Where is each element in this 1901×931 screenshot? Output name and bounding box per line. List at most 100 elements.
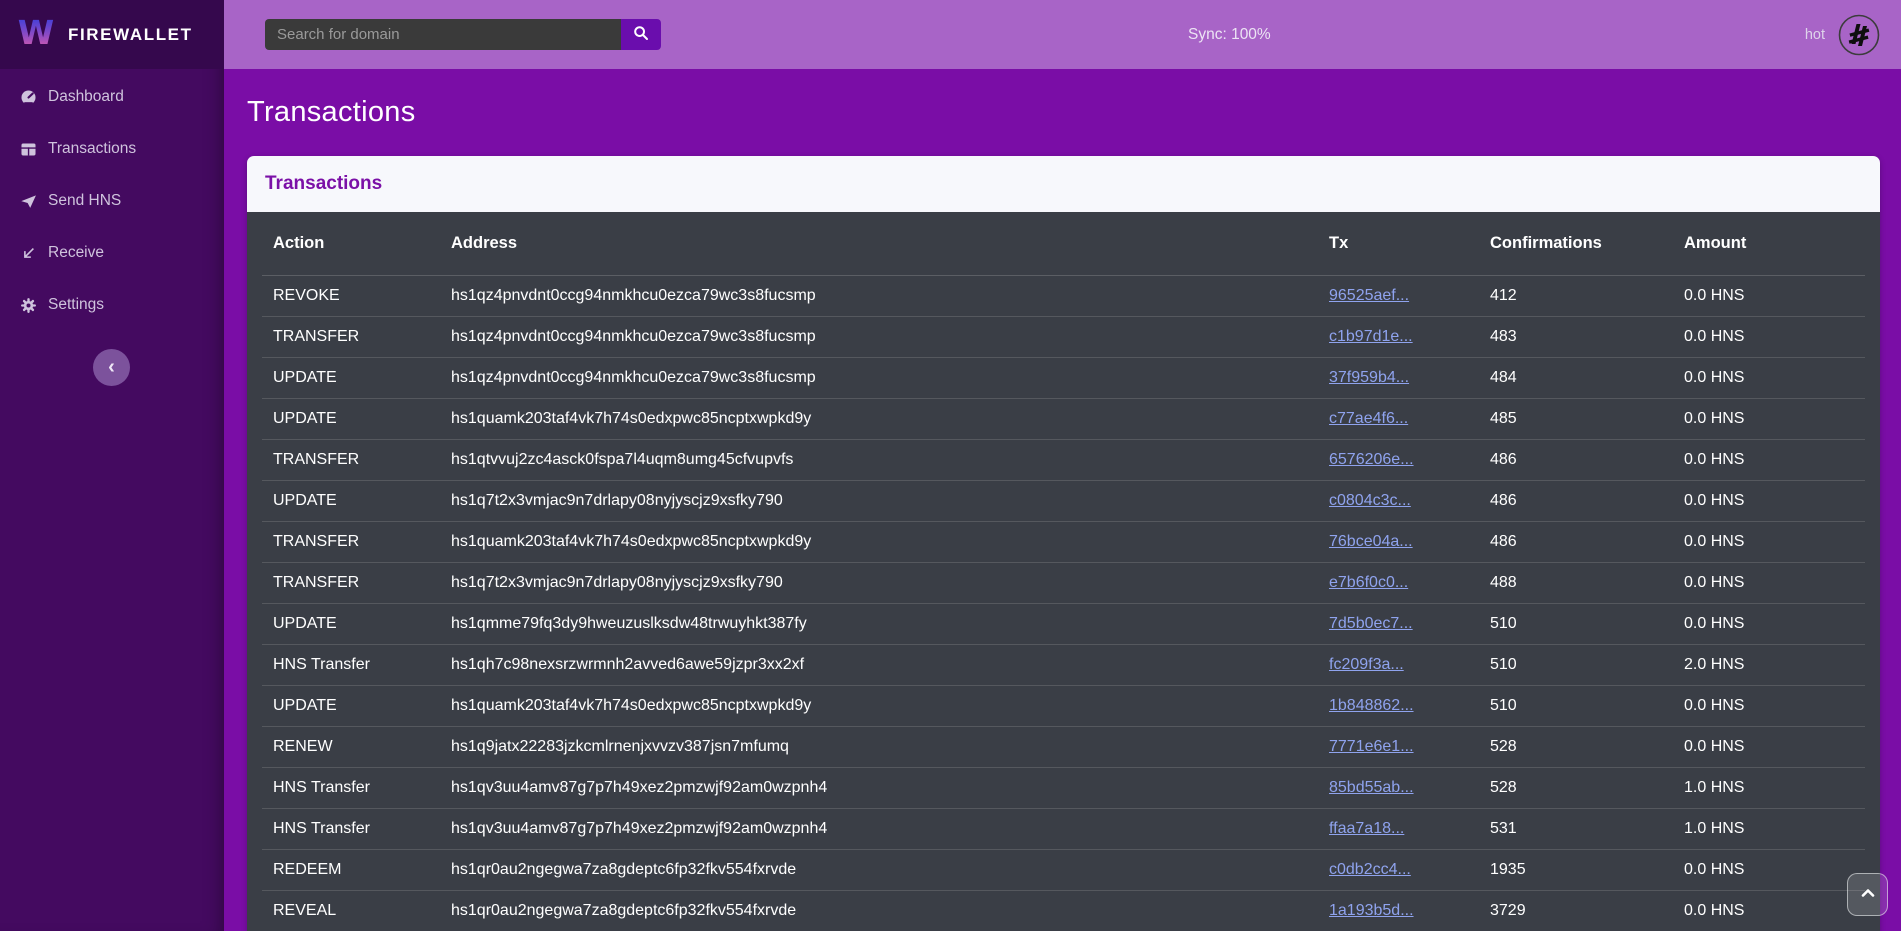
cell-tx: 1a193b5d... <box>1319 890 1480 931</box>
tx-link[interactable]: 85bd55ab... <box>1329 779 1414 796</box>
cell-address: hs1q7t2x3vmjac9n7drlapy08nyjyscjz9xsfky7… <box>441 480 1319 521</box>
handshake-logo-icon[interactable] <box>1837 13 1881 57</box>
column-header-confirmations: Confirmations <box>1480 212 1674 275</box>
cell-address: hs1qv3uu4amv87g7p7h49xez2pmzwjf92am0wzpn… <box>441 808 1319 849</box>
main-content: Transactions Transactions Action Address… <box>224 69 1901 931</box>
sync-status: Sync: 100% <box>1188 0 1271 69</box>
cell-amount: 0.0 HNS <box>1674 398 1865 439</box>
tx-link[interactable]: 37f959b4... <box>1329 369 1409 386</box>
cell-address: hs1qh7c98nexsrzwrmnh2avved6awe59jzpr3xx2… <box>441 644 1319 685</box>
cell-action: HNS Transfer <box>262 644 441 685</box>
cell-tx: 6576206e... <box>1319 439 1480 480</box>
tx-link[interactable]: 7771e6e1... <box>1329 738 1414 755</box>
domain-search <box>265 19 661 50</box>
cell-confirmations: 510 <box>1480 685 1674 726</box>
topbar: Sync: 100% hot <box>224 0 1901 69</box>
cell-action: HNS Transfer <box>262 808 441 849</box>
brand-logo-block[interactable]: W FIREWALLET <box>0 0 224 69</box>
firewallet-logo-icon: W <box>16 11 56 58</box>
cell-action: TRANSFER <box>262 439 441 480</box>
svg-text:W: W <box>18 13 54 52</box>
cell-tx: e7b6f0c0... <box>1319 562 1480 603</box>
cell-amount: 0.0 HNS <box>1674 726 1865 767</box>
table-row: TRANSFER hs1qtvvuj2zc4asck0fspa7l4uqm8um… <box>262 439 1865 480</box>
tx-link[interactable]: e7b6f0c0... <box>1329 574 1408 591</box>
wallet-menu[interactable]: hot <box>1805 13 1881 57</box>
cell-confirmations: 488 <box>1480 562 1674 603</box>
table-row: REVOKE hs1qz4pnvdnt0ccg94nmkhcu0ezca79wc… <box>262 275 1865 316</box>
cell-amount: 0.0 HNS <box>1674 603 1865 644</box>
cell-confirmations: 3729 <box>1480 890 1674 931</box>
cell-amount: 0.0 HNS <box>1674 439 1865 480</box>
cell-tx: c77ae4f6... <box>1319 398 1480 439</box>
cell-action: TRANSFER <box>262 521 441 562</box>
tx-link[interactable]: 7d5b0ec7... <box>1329 615 1413 632</box>
sidebar-item-dashboard[interactable]: Dashboard <box>0 71 224 123</box>
sidebar-item-send-hns[interactable]: Send HNS <box>0 175 224 227</box>
cell-confirmations: 412 <box>1480 275 1674 316</box>
cell-tx: 7771e6e1... <box>1319 726 1480 767</box>
table-row: TRANSFER hs1quamk203taf4vk7h74s0edxpwc85… <box>262 521 1865 562</box>
chevron-left-icon: ‹ <box>108 357 115 377</box>
cell-address: hs1qz4pnvdnt0ccg94nmkhcu0ezca79wc3s8fucs… <box>441 275 1319 316</box>
dashboard-icon <box>20 89 37 106</box>
card-title: Transactions <box>265 173 382 195</box>
cell-amount: 0.0 HNS <box>1674 521 1865 562</box>
sidebar-item-label: Settings <box>48 296 104 314</box>
tx-link[interactable]: 96525aef... <box>1329 287 1409 304</box>
table-row: UPDATE hs1qmme79fq3dy9hweuzuslksdw48trwu… <box>262 603 1865 644</box>
cell-address: hs1quamk203taf4vk7h74s0edxpwc85ncptxwpkd… <box>441 398 1319 439</box>
sidebar: W FIREWALLET Dashboard <box>0 0 224 931</box>
table-row: UPDATE hs1q7t2x3vmjac9n7drlapy08nyjyscjz… <box>262 480 1865 521</box>
tx-link[interactable]: fc209f3a... <box>1329 656 1404 673</box>
cell-confirmations: 1935 <box>1480 849 1674 890</box>
transactions-table-wrap: Action Address Tx Confirmations Amount R… <box>247 212 1880 931</box>
cell-tx: fc209f3a... <box>1319 644 1480 685</box>
tx-link[interactable]: c0804c3c... <box>1329 492 1411 509</box>
cell-action: UPDATE <box>262 603 441 644</box>
tx-link[interactable]: 1b848862... <box>1329 697 1414 714</box>
cell-action: REVOKE <box>262 275 441 316</box>
tx-link[interactable]: c1b97d1e... <box>1329 328 1413 345</box>
cell-tx: c1b97d1e... <box>1319 316 1480 357</box>
sidebar-item-receive[interactable]: Receive <box>0 227 224 279</box>
cell-action: UPDATE <box>262 480 441 521</box>
scroll-to-top-button[interactable] <box>1847 873 1888 916</box>
table-row: UPDATE hs1quamk203taf4vk7h74s0edxpwc85nc… <box>262 398 1865 439</box>
cell-tx: 96525aef... <box>1319 275 1480 316</box>
cell-confirmations: 485 <box>1480 398 1674 439</box>
cell-tx: 37f959b4... <box>1319 357 1480 398</box>
tx-link[interactable]: c77ae4f6... <box>1329 410 1408 427</box>
column-header-address: Address <box>441 212 1319 275</box>
cell-action: TRANSFER <box>262 316 441 357</box>
sidebar-item-label: Transactions <box>48 140 136 158</box>
tx-link[interactable]: ffaa7a18... <box>1329 820 1404 837</box>
column-header-action: Action <box>262 212 441 275</box>
cell-amount: 2.0 HNS <box>1674 644 1865 685</box>
brand-name: FIREWALLET <box>68 25 193 45</box>
table-row: UPDATE hs1quamk203taf4vk7h74s0edxpwc85nc… <box>262 685 1865 726</box>
table-row: HNS Transfer hs1qv3uu4amv87g7p7h49xez2pm… <box>262 767 1865 808</box>
tx-link[interactable]: 6576206e... <box>1329 451 1414 468</box>
table-row: RENEW hs1q9jatx22283jzkcmlrnenjxvvzv387j… <box>262 726 1865 767</box>
cell-tx: 76bce04a... <box>1319 521 1480 562</box>
table-row: UPDATE hs1qz4pnvdnt0ccg94nmkhcu0ezca79wc… <box>262 357 1865 398</box>
search-input[interactable] <box>265 19 621 50</box>
sidebar-item-transactions[interactable]: Transactions <box>0 123 224 175</box>
sidebar-collapse-button[interactable]: ‹ <box>93 349 130 386</box>
table-row: TRANSFER hs1qz4pnvdnt0ccg94nmkhcu0ezca79… <box>262 316 1865 357</box>
cell-confirmations: 484 <box>1480 357 1674 398</box>
tx-link[interactable]: 76bce04a... <box>1329 533 1413 550</box>
cell-address: hs1qz4pnvdnt0ccg94nmkhcu0ezca79wc3s8fucs… <box>441 357 1319 398</box>
cell-confirmations: 483 <box>1480 316 1674 357</box>
cell-address: hs1quamk203taf4vk7h74s0edxpwc85ncptxwpkd… <box>441 521 1319 562</box>
cell-address: hs1qr0au2ngegwa7za8gdeptc6fp32fkv554fxrv… <box>441 890 1319 931</box>
sidebar-nav: Dashboard Transactions Send HNS <box>0 69 224 331</box>
cell-address: hs1qz4pnvdnt0ccg94nmkhcu0ezca79wc3s8fucs… <box>441 316 1319 357</box>
table-header-row: Action Address Tx Confirmations Amount <box>262 212 1865 275</box>
search-button[interactable] <box>621 19 661 50</box>
tx-link[interactable]: c0db2cc4... <box>1329 861 1411 878</box>
sidebar-item-settings[interactable]: Settings <box>0 279 224 331</box>
column-header-tx: Tx <box>1319 212 1480 275</box>
tx-link[interactable]: 1a193b5d... <box>1329 902 1414 919</box>
